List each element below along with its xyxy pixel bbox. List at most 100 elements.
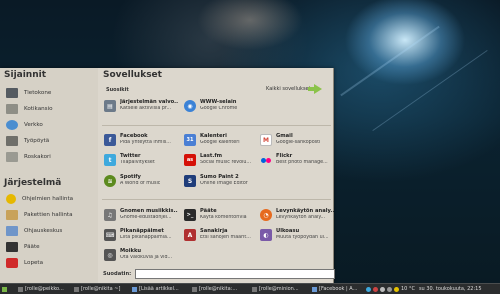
- app-desc: Google Chrome: [200, 106, 238, 111]
- system-item-logout[interactable]: Lopeta: [6, 256, 96, 270]
- app-desc: Social music revolu...: [200, 160, 251, 165]
- system-item-software-manager[interactable]: Ohjelmien hallinta: [6, 192, 96, 206]
- taskbar-window-label: [rolle@minion...: [259, 286, 299, 292]
- app-desc: Käytä komentoriviä: [200, 215, 247, 220]
- place-item-computer[interactable]: Tietokone: [6, 86, 96, 100]
- place-item-desktop[interactable]: Työpöytä: [6, 134, 96, 148]
- app-item[interactable]: 31 Kalenteri Google kalenteri: [184, 133, 258, 149]
- place-label: Roskakori: [24, 154, 51, 160]
- terminal-icon: [74, 286, 79, 292]
- system-tray: 10 °C su 30. toukokuuta, 22:15: [366, 285, 482, 293]
- tray-app-icon[interactable]: [366, 286, 371, 292]
- place-item-network[interactable]: Verkko: [6, 118, 96, 132]
- taskbar-window-button[interactable]: [Facebook | A...: [312, 285, 362, 293]
- app-name: Sumo Paint 2: [200, 174, 239, 180]
- facebook-icon: f: [104, 134, 116, 146]
- applications-title: Sovellukset: [103, 70, 162, 80]
- appearance-icon: ◐: [260, 229, 272, 241]
- system-item-package-manager[interactable]: Pakettien hallinta: [6, 208, 96, 222]
- twitter-icon: t: [104, 154, 116, 166]
- taskbar-window-button[interactable]: [rolle@nikita:...: [192, 285, 248, 293]
- app-name: Ulkoasu: [276, 228, 300, 234]
- power-icon: [6, 258, 18, 268]
- terminal-icon: [6, 242, 18, 252]
- app-item[interactable]: >_ Pääte Käytä komentoriviä: [184, 208, 258, 224]
- system-title: Järjestelmä: [4, 178, 62, 188]
- app-item[interactable]: ⌨ Pikanäppäimet Liitä pikanäppäimiä...: [104, 228, 178, 244]
- terminal-icon: [18, 286, 23, 292]
- place-item-trash[interactable]: Roskakori: [6, 150, 96, 164]
- clock[interactable]: su 30. toukokuuta, 22:15: [419, 286, 482, 292]
- taskbar-window-button[interactable]: [Lisää artikkel...: [132, 285, 188, 293]
- app-name: Spotify: [120, 174, 141, 180]
- taskbar-window-button[interactable]: [rolle@nikita ~]: [74, 285, 128, 293]
- all-applications-button[interactable]: Kaikki sovellukset: [266, 84, 322, 94]
- app-item[interactable]: ◉ WWW-selain Google Chrome: [184, 99, 258, 115]
- browser-icon: [312, 286, 317, 292]
- app-desc: A World of music: [120, 181, 161, 186]
- computer-icon: [6, 88, 18, 98]
- trash-icon: [6, 152, 18, 162]
- taskbar: [rolle@peikko... [rolle@nikita ~] [Lisää…: [0, 283, 500, 294]
- arrow-right-icon: [307, 84, 322, 94]
- camera-icon: ◎: [104, 249, 116, 261]
- menu-button[interactable]: [2, 285, 14, 293]
- app-item[interactable]: f Facebook Pidä yhteyttä ihmis...: [104, 133, 178, 149]
- app-desc: Google-sähköposti: [276, 140, 321, 145]
- temperature-label: 10 °C: [401, 286, 415, 292]
- app-desc: Best photo manage...: [276, 160, 328, 165]
- app-item[interactable]: S Sumo Paint 2 Online Image Editor: [184, 174, 258, 190]
- app-item[interactable]: ♫ Gnomen musiikkis... Gnome-edustaohjel..…: [104, 208, 178, 224]
- system-item-terminal[interactable]: Pääte: [6, 240, 96, 254]
- app-name: Facebook: [120, 133, 148, 139]
- app-desc: Katsele aktiivisia pr...: [120, 106, 172, 111]
- system-item-control-center[interactable]: Ohjauskeskus: [6, 224, 96, 238]
- system-label: Lopeta: [24, 260, 44, 266]
- app-name: Kalenteri: [200, 133, 227, 139]
- flickr-icon: [260, 154, 272, 166]
- app-item[interactable]: A Sanakirja Etsi sanojen määrit...: [184, 228, 258, 244]
- system-label: Ohjelmien hallinta: [22, 196, 74, 202]
- app-item[interactable]: t Twitter Tilapäivitykset: [104, 153, 178, 169]
- app-desc: Online Image Editor: [200, 181, 248, 186]
- app-item[interactable]: M Gmail Google-sähköposti: [260, 133, 334, 149]
- app-item[interactable]: Flickr Best photo manage...: [260, 153, 334, 169]
- taskbar-window-button[interactable]: [rolle@minion...: [252, 285, 308, 293]
- system-label: Pakettien hallinta: [24, 212, 73, 218]
- terminal-icon: [192, 286, 197, 292]
- place-label: Työpöytä: [24, 138, 50, 144]
- system-monitor-icon: ▤: [104, 100, 116, 112]
- app-item[interactable]: ◎ Moikku Ota valokuvia ja vid...: [104, 248, 178, 264]
- app-desc: Google kalenteri: [200, 140, 240, 145]
- disk-usage-icon: ◔: [260, 209, 272, 221]
- control-center-icon: [6, 226, 18, 236]
- app-item[interactable]: ▤ Järjestelmän valvo... Katsele aktiivisi…: [104, 99, 178, 115]
- place-item-home[interactable]: Kotikansio: [6, 102, 96, 116]
- app-item[interactable]: as Last.fm Social music revolu...: [184, 153, 258, 169]
- taskbar-window-label: [rolle@nikita ~]: [81, 286, 121, 292]
- volume-icon[interactable]: [387, 286, 392, 292]
- menu-right-pane: Sovellukset Suosikit Kaikki sovellukset …: [100, 68, 336, 283]
- application-menu: Sijainnit Tietokone Kotikansio Verkko Ty…: [0, 68, 336, 283]
- browser-icon: [132, 286, 137, 292]
- system-label: Pääte: [24, 244, 40, 250]
- wallpaper-light-streak: [340, 25, 440, 97]
- app-item[interactable]: ◔ Levynkäytön analy... Levynkäytön analy.…: [260, 208, 334, 224]
- lastfm-icon: as: [184, 154, 196, 166]
- app-item[interactable]: ≋ Spotify A World of music: [104, 174, 178, 190]
- taskbar-window-button[interactable]: [rolle@peikko...: [18, 285, 70, 293]
- network-icon[interactable]: [380, 286, 385, 292]
- app-item[interactable]: ◐ Ulkoasu Muuta työpöydän ul...: [260, 228, 334, 244]
- app-name: Twitter: [120, 153, 141, 159]
- sumo-paint-icon: S: [184, 175, 196, 187]
- home-folder-icon: [6, 104, 18, 114]
- app-desc: Tilapäivitykset: [120, 160, 155, 165]
- app-name: WWW-selain: [200, 99, 237, 105]
- terminal-icon: >_: [184, 209, 196, 221]
- tray-app-icon[interactable]: [373, 286, 378, 292]
- software-manager-icon: [6, 194, 16, 204]
- app-name: Pääte: [200, 208, 217, 214]
- place-label: Kotikansio: [24, 106, 53, 112]
- calendar-icon: 31: [184, 134, 196, 146]
- filter-input[interactable]: [135, 269, 336, 279]
